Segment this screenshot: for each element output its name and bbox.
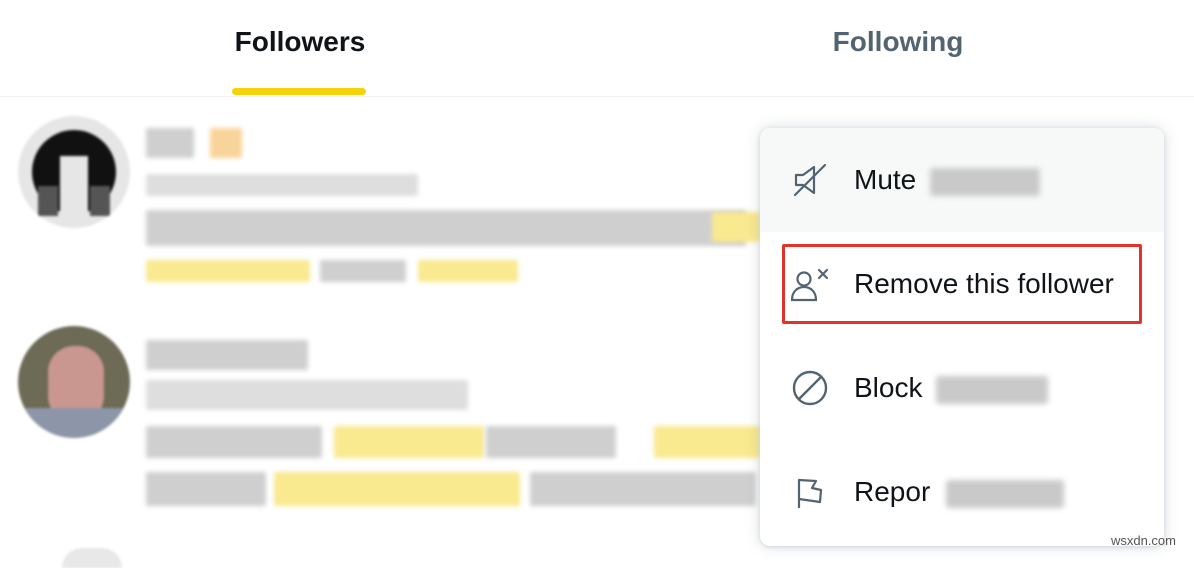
highlight-annotation [782, 244, 1142, 324]
follower-action-menu: Mute Remove this follower Block Repor [760, 128, 1164, 546]
tab-following[interactable]: Following [748, 0, 1048, 96]
avatar[interactable] [62, 548, 122, 568]
mute-speaker-icon [790, 160, 830, 200]
avatar[interactable] [18, 326, 130, 438]
blurred-username [946, 480, 1064, 508]
tab-bar: Followers Following [0, 0, 1194, 97]
tab-followers-label: Followers [234, 26, 366, 57]
active-tab-indicator [232, 88, 366, 95]
mute-menu-label: Mute [854, 164, 917, 195]
block-menu-item[interactable]: Block [760, 336, 1164, 440]
block-menu-label: Block [854, 372, 923, 403]
flag-icon [790, 472, 830, 512]
blurred-username [930, 168, 1040, 196]
follower-list-item[interactable] [0, 110, 760, 300]
report-menu-label: Repor [854, 476, 931, 507]
follower-list-item[interactable] [0, 322, 760, 522]
block-icon [790, 368, 830, 408]
tab-followers[interactable]: Followers [150, 0, 450, 96]
tab-following-label: Following [832, 26, 964, 57]
blurred-username [936, 376, 1048, 404]
report-menu-item[interactable]: Repor [760, 440, 1164, 544]
mute-menu-item[interactable]: Mute [760, 128, 1164, 232]
watermark: wsxdn.com [1110, 533, 1176, 548]
avatar[interactable] [18, 116, 130, 228]
